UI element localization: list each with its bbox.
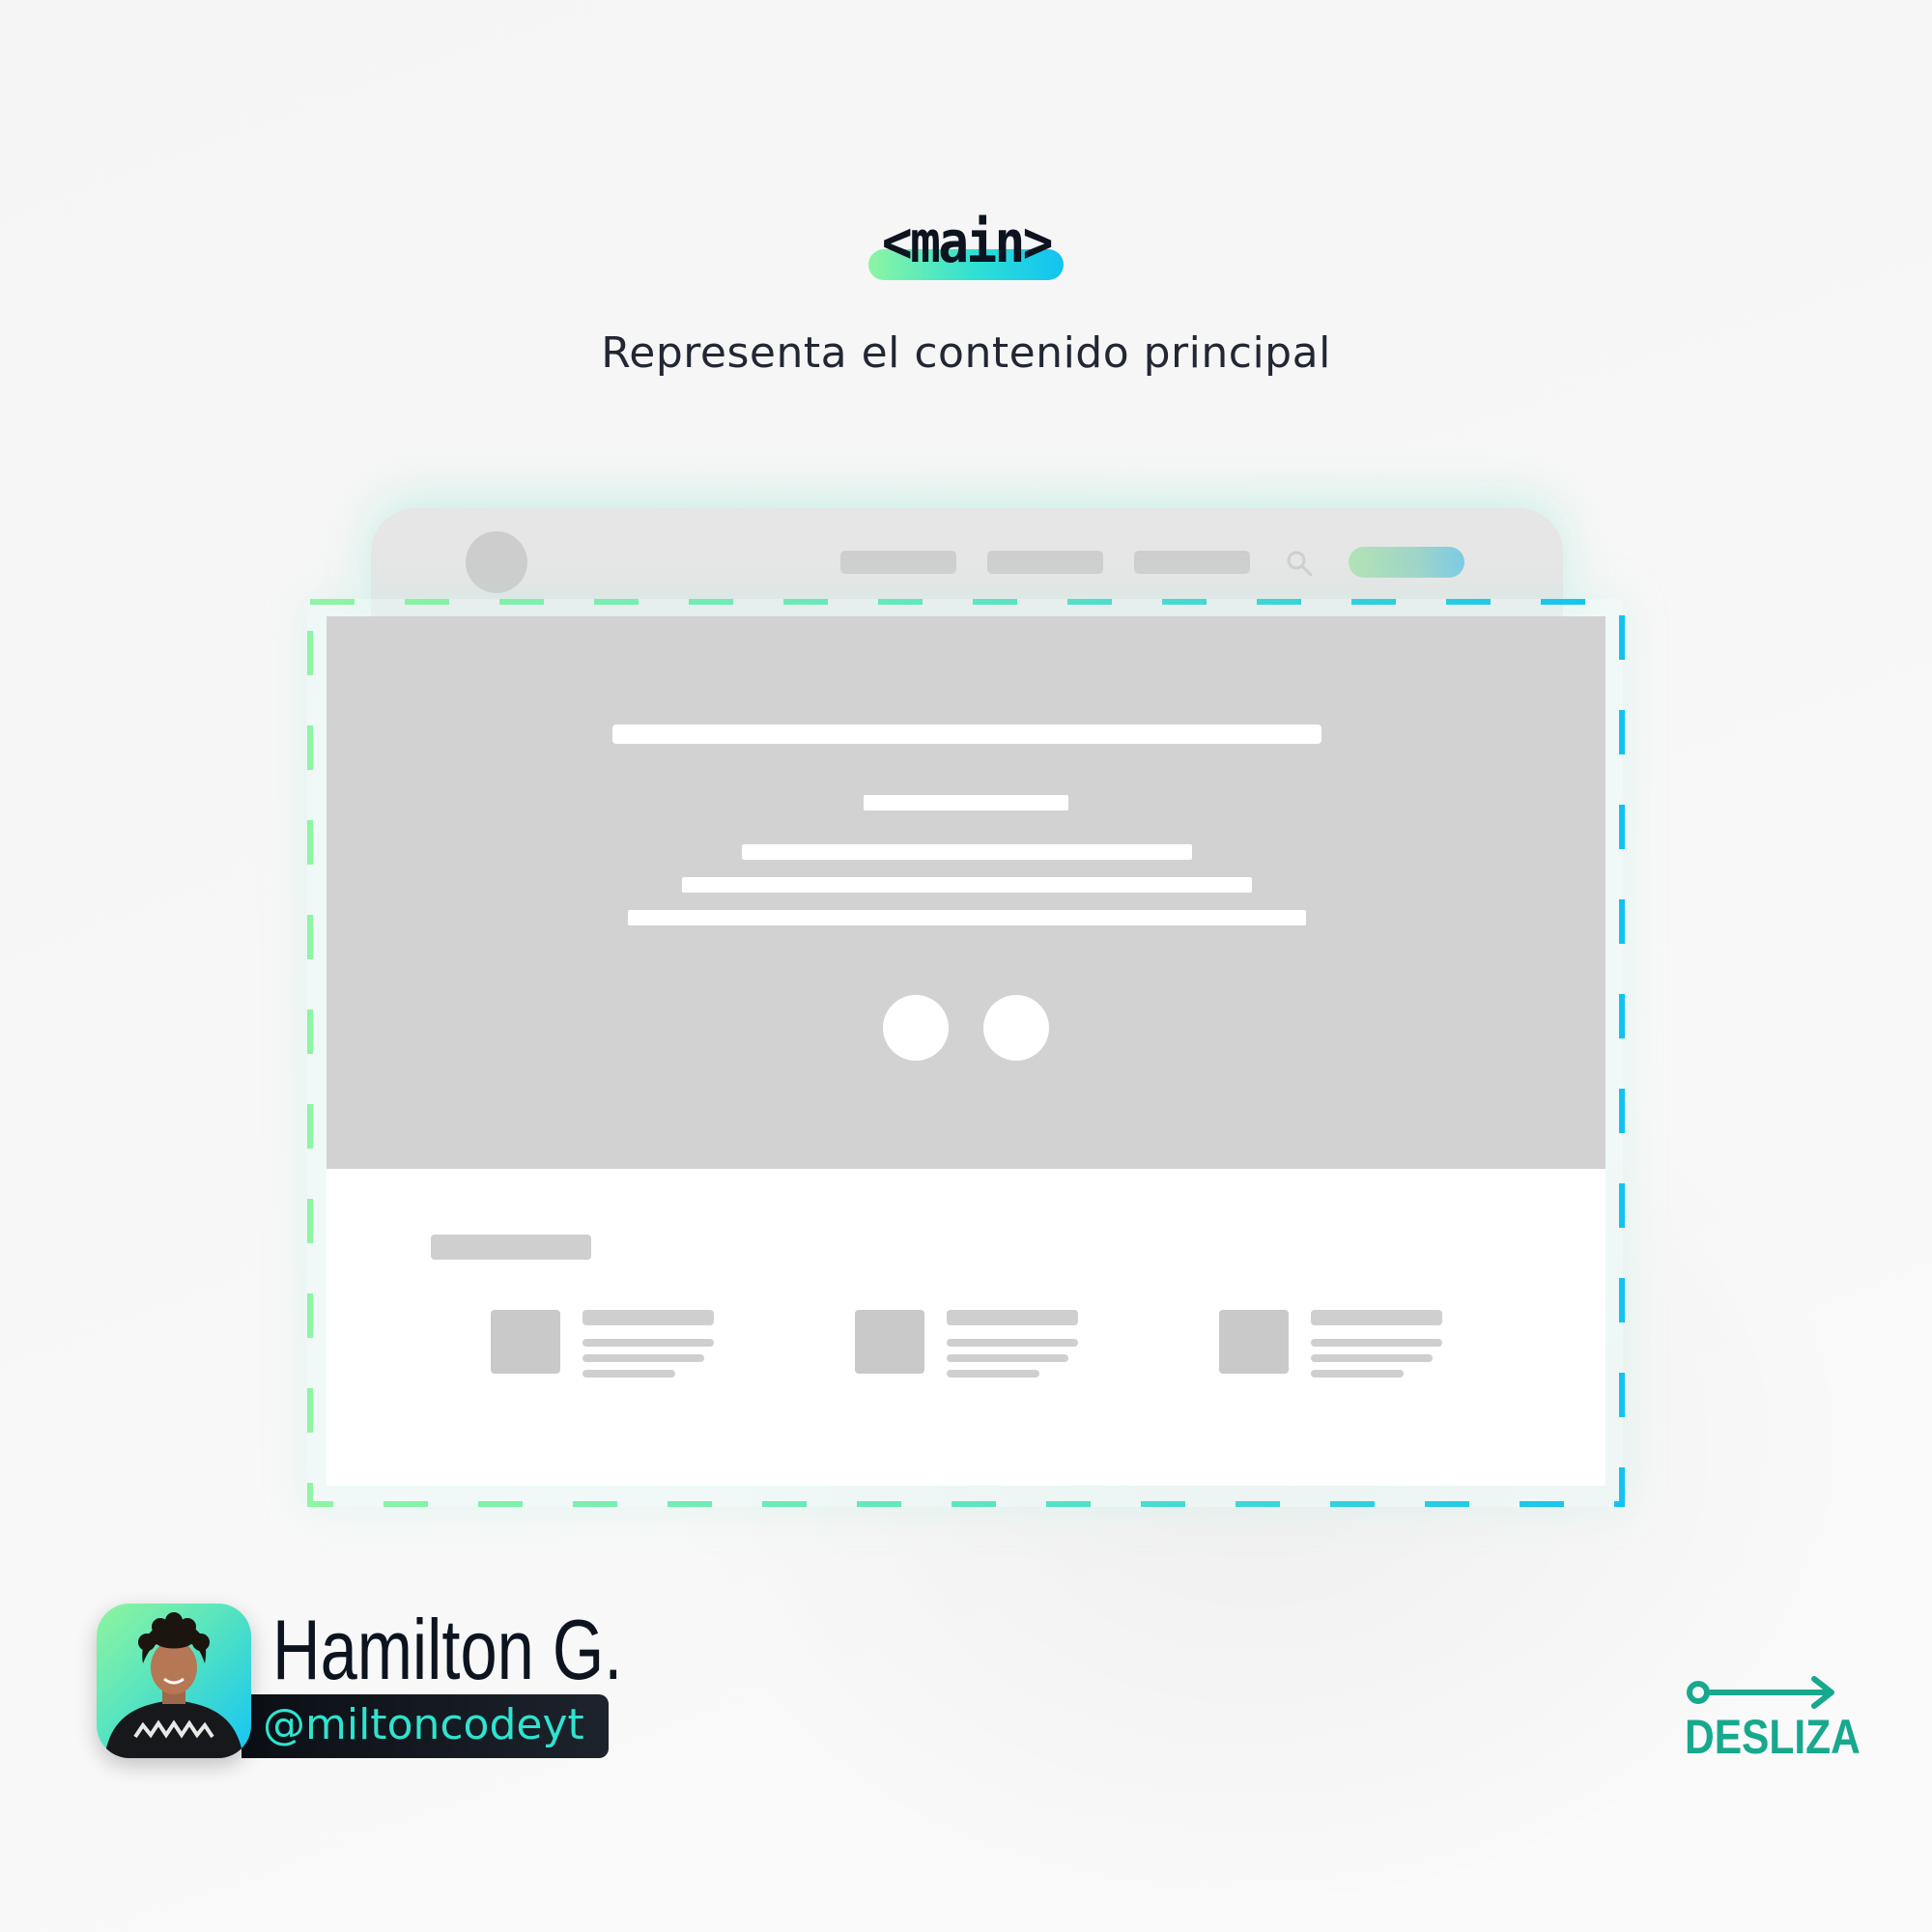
person-icon: [104, 1612, 243, 1758]
author-handle[interactable]: @miltoncodeyt: [263, 1696, 584, 1754]
author-name: Hamilton G.: [272, 1602, 623, 1697]
wireframe-nav-item: [840, 551, 956, 574]
wireframe-nav-item: [987, 551, 1103, 574]
search-icon: [1287, 551, 1313, 577]
tag-title: <main>: [0, 209, 1932, 280]
wireframe-cta-button: [1349, 547, 1464, 578]
main-dashed-border: [307, 599, 1625, 1507]
author-avatar: [97, 1604, 251, 1758]
wireframe-logo: [466, 531, 527, 593]
tag-text: <main>: [881, 209, 1054, 276]
tag-title-wrap: <main>: [867, 209, 1065, 280]
page-subtitle: Representa el contenido principal: [601, 328, 1331, 378]
swipe-label[interactable]: DESLIZA: [1685, 1708, 1861, 1766]
wireframe-nav-item: [1134, 551, 1250, 574]
